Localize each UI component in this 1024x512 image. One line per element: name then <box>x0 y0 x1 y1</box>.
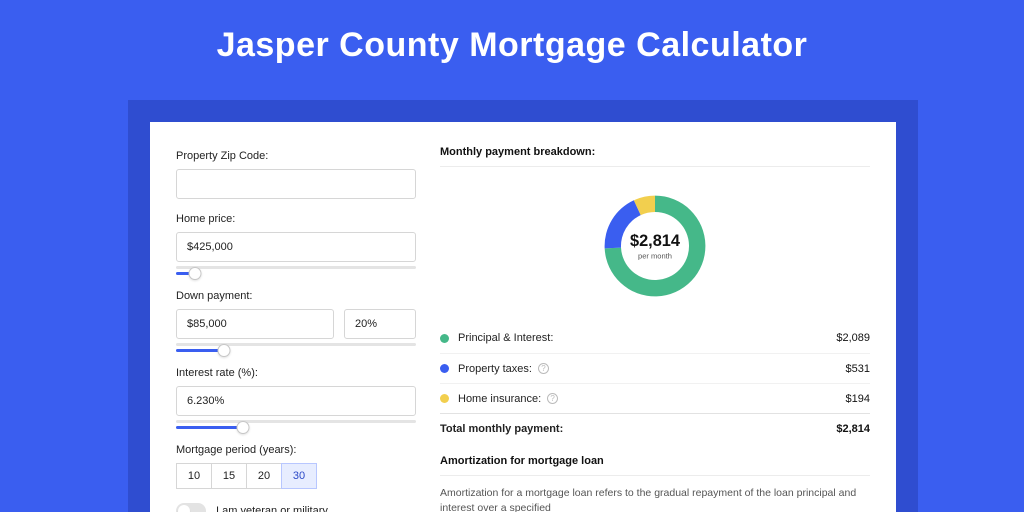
svg-text:per month: per month <box>638 252 672 261</box>
price-label: Home price: <box>176 213 416 225</box>
zip-label: Property Zip Code: <box>176 150 416 162</box>
rate-input[interactable] <box>176 386 416 416</box>
zip-input[interactable] <box>176 169 416 199</box>
rate-label: Interest rate (%): <box>176 367 416 379</box>
legend-total-label: Total monthly payment: <box>440 423 563 435</box>
card-frame: Property Zip Code: Home price: Down paym… <box>128 100 918 512</box>
period-option-20[interactable]: 20 <box>246 463 282 489</box>
down-label: Down payment: <box>176 290 416 302</box>
legend-value: $2,089 <box>836 332 870 344</box>
legend-dot <box>440 334 449 343</box>
help-icon[interactable]: ? <box>538 363 549 374</box>
breakdown-title: Monthly payment breakdown: <box>440 146 870 158</box>
period-option-10[interactable]: 10 <box>176 463 212 489</box>
inputs-column: Property Zip Code: Home price: Down paym… <box>176 146 416 512</box>
legend: Principal & Interest: $2,089 Property taxe… <box>440 323 870 443</box>
rate-slider[interactable] <box>176 420 416 434</box>
help-icon[interactable]: ? <box>547 393 558 404</box>
veteran-toggle[interactable] <box>176 503 206 512</box>
svg-text:$2,814: $2,814 <box>630 232 681 250</box>
veteran-label: I am veteran or military <box>216 505 328 512</box>
legend-dot <box>440 394 449 403</box>
legend-value: $194 <box>846 393 870 405</box>
price-input[interactable] <box>176 232 416 262</box>
legend-total-value: $2,814 <box>836 423 870 435</box>
amort-body: Amortization for a mortgage loan refers … <box>440 486 870 512</box>
legend-row: Home insurance:? $194 <box>440 383 870 413</box>
amort-title: Amortization for mortgage loan <box>440 455 870 467</box>
legend-dot <box>440 364 449 373</box>
legend-label: Principal & Interest: <box>458 332 553 344</box>
legend-label: Property taxes: <box>458 363 532 375</box>
down-slider[interactable] <box>176 343 416 357</box>
legend-row: Principal & Interest: $2,089 <box>440 323 870 353</box>
page-title: Jasper County Mortgage Calculator <box>0 0 1024 79</box>
legend-label: Home insurance: <box>458 393 541 405</box>
legend-value: $531 <box>846 363 870 375</box>
divider <box>440 166 870 167</box>
donut-chart: $2,814 per month <box>440 177 870 313</box>
price-slider[interactable] <box>176 266 416 280</box>
results-column: Monthly payment breakdown: $2,814 per mo… <box>440 146 870 512</box>
down-amount-input[interactable] <box>176 309 334 339</box>
period-option-30[interactable]: 30 <box>281 463 317 489</box>
period-label: Mortgage period (years): <box>176 444 416 456</box>
period-option-15[interactable]: 15 <box>211 463 247 489</box>
down-percent-input[interactable] <box>344 309 416 339</box>
divider <box>440 475 870 476</box>
legend-row: Property taxes:? $531 <box>440 353 870 383</box>
legend-total-row: Total monthly payment: $2,814 <box>440 413 870 443</box>
calculator-card: Property Zip Code: Home price: Down paym… <box>150 122 896 512</box>
period-segmented: 10152030 <box>176 463 416 489</box>
